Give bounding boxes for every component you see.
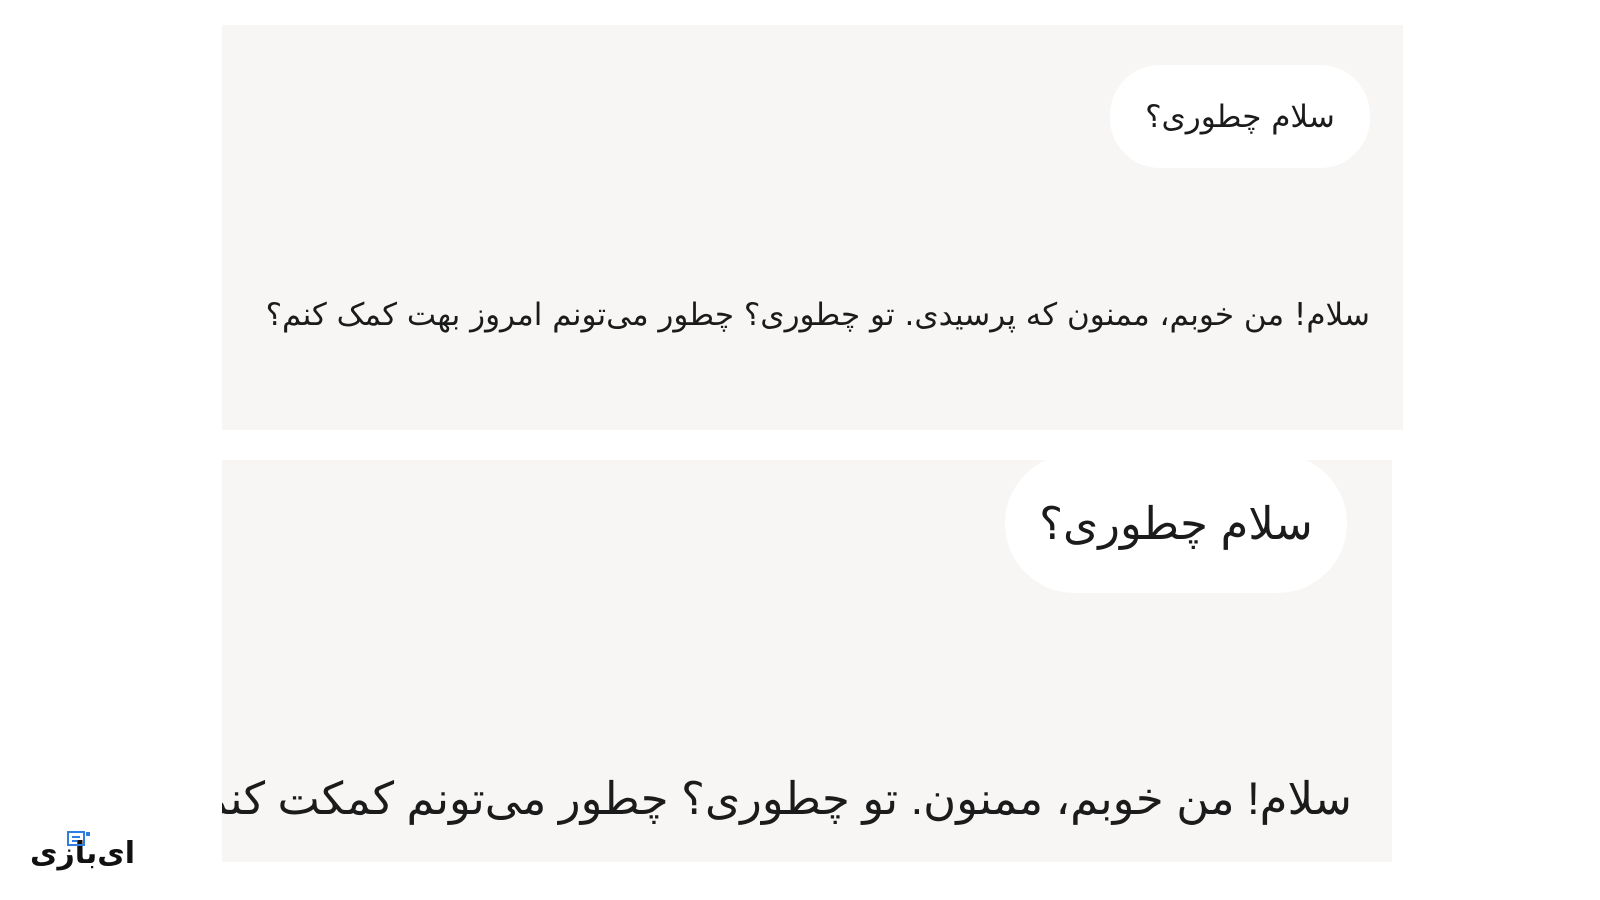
watermark-logo: ای‌بازی bbox=[30, 830, 136, 874]
chat-panel-bottom: سلام چطوری؟ سلام! من خوبم، ممنون. تو چطو… bbox=[222, 460, 1392, 862]
user-message-bubble: سلام چطوری؟ bbox=[1005, 460, 1347, 593]
user-message-bubble: سلام چطوری؟ bbox=[1110, 65, 1370, 168]
user-message-text: سلام چطوری؟ bbox=[1039, 498, 1313, 549]
assistant-reply-text: سلام! من خوبم، ممنون. تو چطوری؟ چطور می‌… bbox=[222, 773, 1352, 824]
brand-logo-icon bbox=[67, 831, 90, 846]
assistant-reply-text: سلام! من خوبم، ممنون که پرسیدی. تو چطوری… bbox=[265, 297, 1370, 333]
user-message-text: سلام چطوری؟ bbox=[1145, 98, 1335, 135]
chat-panel-top: سلام چطوری؟ سلام! من خوبم، ممنون که پرسی… bbox=[222, 25, 1403, 430]
